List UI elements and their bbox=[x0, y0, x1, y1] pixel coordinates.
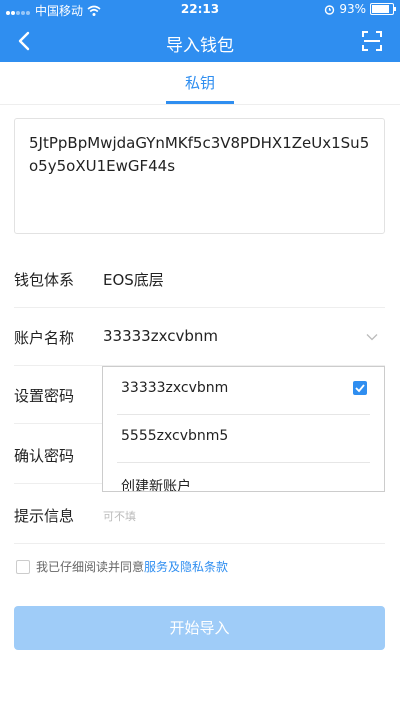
status-right: 93% bbox=[324, 2, 396, 16]
scan-icon[interactable] bbox=[360, 29, 384, 53]
create-account-label: 创建新账户 bbox=[121, 479, 191, 492]
hint-row: 提示信息 可不填 bbox=[14, 486, 385, 544]
battery-percent: 93% bbox=[339, 2, 366, 16]
checkbox-checked-icon bbox=[353, 381, 367, 395]
nav-bar: 导入钱包 bbox=[0, 20, 400, 62]
wallet-system-row: 钱包体系 EOS底层 bbox=[14, 250, 385, 308]
agreement: 我已仔细阅读并同意 服务及隐私条款 bbox=[16, 558, 228, 575]
wallet-system-label: 钱包体系 bbox=[14, 271, 75, 289]
create-account-option[interactable]: 创建新账户 bbox=[103, 463, 384, 492]
terms-link[interactable]: 服务及隐私条款 bbox=[144, 558, 228, 575]
private-key-input[interactable]: 5JtPpBpMwjdaGYnMKf5c3V8PDHX1ZeUx1Su5o5y5… bbox=[14, 118, 385, 234]
start-import-button[interactable]: 开始导入 bbox=[14, 606, 385, 650]
tab-active-indicator bbox=[166, 101, 234, 104]
agreement-text: 我已仔细阅读并同意 bbox=[36, 560, 145, 574]
account-name-value[interactable]: 33333zxcvbnm bbox=[103, 327, 218, 345]
status-bar: 中国移动 22:13 93% bbox=[0, 0, 400, 20]
account-option[interactable]: 33333zxcvbnm bbox=[103, 367, 384, 415]
account-name-label: 账户名称 bbox=[14, 329, 75, 347]
hint-label: 提示信息 bbox=[14, 507, 75, 525]
confirm-password-label: 确认密码 bbox=[14, 447, 75, 465]
chevron-down-icon[interactable] bbox=[365, 330, 379, 344]
hint-input[interactable]: 可不填 bbox=[103, 508, 136, 524]
battery-icon bbox=[370, 3, 396, 15]
page-title: 导入钱包 bbox=[166, 36, 234, 56]
tab-private-key[interactable]: 私钥 bbox=[172, 72, 228, 93]
account-option[interactable]: 5555zxcvbnm5 bbox=[103, 415, 384, 463]
account-name-row[interactable]: 账户名称 33333zxcvbnm bbox=[14, 308, 385, 366]
tab-bar: 私钥 bbox=[0, 62, 400, 105]
agreement-checkbox[interactable] bbox=[16, 559, 30, 574]
account-option-label: 5555zxcvbnm5 bbox=[121, 428, 229, 444]
set-password-label: 设置密码 bbox=[14, 387, 75, 405]
alarm-icon bbox=[325, 4, 335, 15]
wallet-system-value: EOS底层 bbox=[103, 271, 164, 289]
account-option-label: 33333zxcvbnm bbox=[121, 380, 229, 396]
account-dropdown: 33333zxcvbnm 5555zxcvbnm5 创建新账户 bbox=[102, 366, 385, 492]
